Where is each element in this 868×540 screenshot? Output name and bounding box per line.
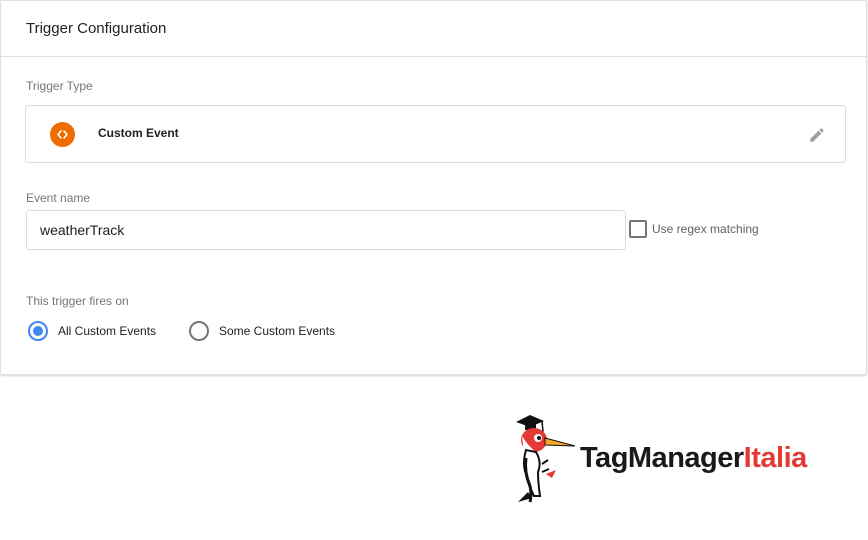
radio-all-custom-events[interactable]: All Custom Events [28, 321, 156, 341]
logo-text-accent: Italia [743, 441, 808, 474]
card-title: Trigger Configuration [26, 20, 167, 37]
radio-some-custom-events[interactable]: Some Custom Events [189, 321, 335, 341]
fires-on-label: This trigger fires on [26, 294, 129, 308]
radio-button-selected[interactable] [28, 321, 48, 341]
trigger-configuration-card: Trigger Configuration Trigger Type Custo… [0, 0, 867, 375]
trigger-type-selector[interactable]: Custom Event [25, 105, 846, 163]
pencil-edit-icon[interactable] [807, 125, 827, 145]
radio-label: All Custom Events [58, 324, 157, 338]
tagmanageritalia-logo: TagManagerItalia [512, 412, 807, 504]
radio-dot [33, 326, 43, 336]
logo-text-dark: TagManager [580, 441, 744, 474]
regex-matching-label: Use regex matching [652, 222, 759, 236]
woodpecker-mascot-icon [516, 415, 576, 503]
trigger-type-label: Trigger Type [26, 79, 93, 93]
radio-label: Some Custom Events [219, 324, 336, 338]
event-name-input[interactable] [26, 210, 626, 250]
card-header: Trigger Configuration [1, 1, 866, 57]
radio-button-unselected[interactable] [189, 321, 209, 341]
regex-checkbox[interactable] [629, 220, 647, 238]
trigger-type-name: Custom Event [98, 126, 179, 140]
regex-matching-toggle[interactable]: Use regex matching [629, 220, 759, 238]
logo-wordmark: TagManagerItalia [580, 441, 808, 474]
event-name-label: Event name [26, 191, 91, 205]
custom-event-code-icon [50, 122, 75, 147]
